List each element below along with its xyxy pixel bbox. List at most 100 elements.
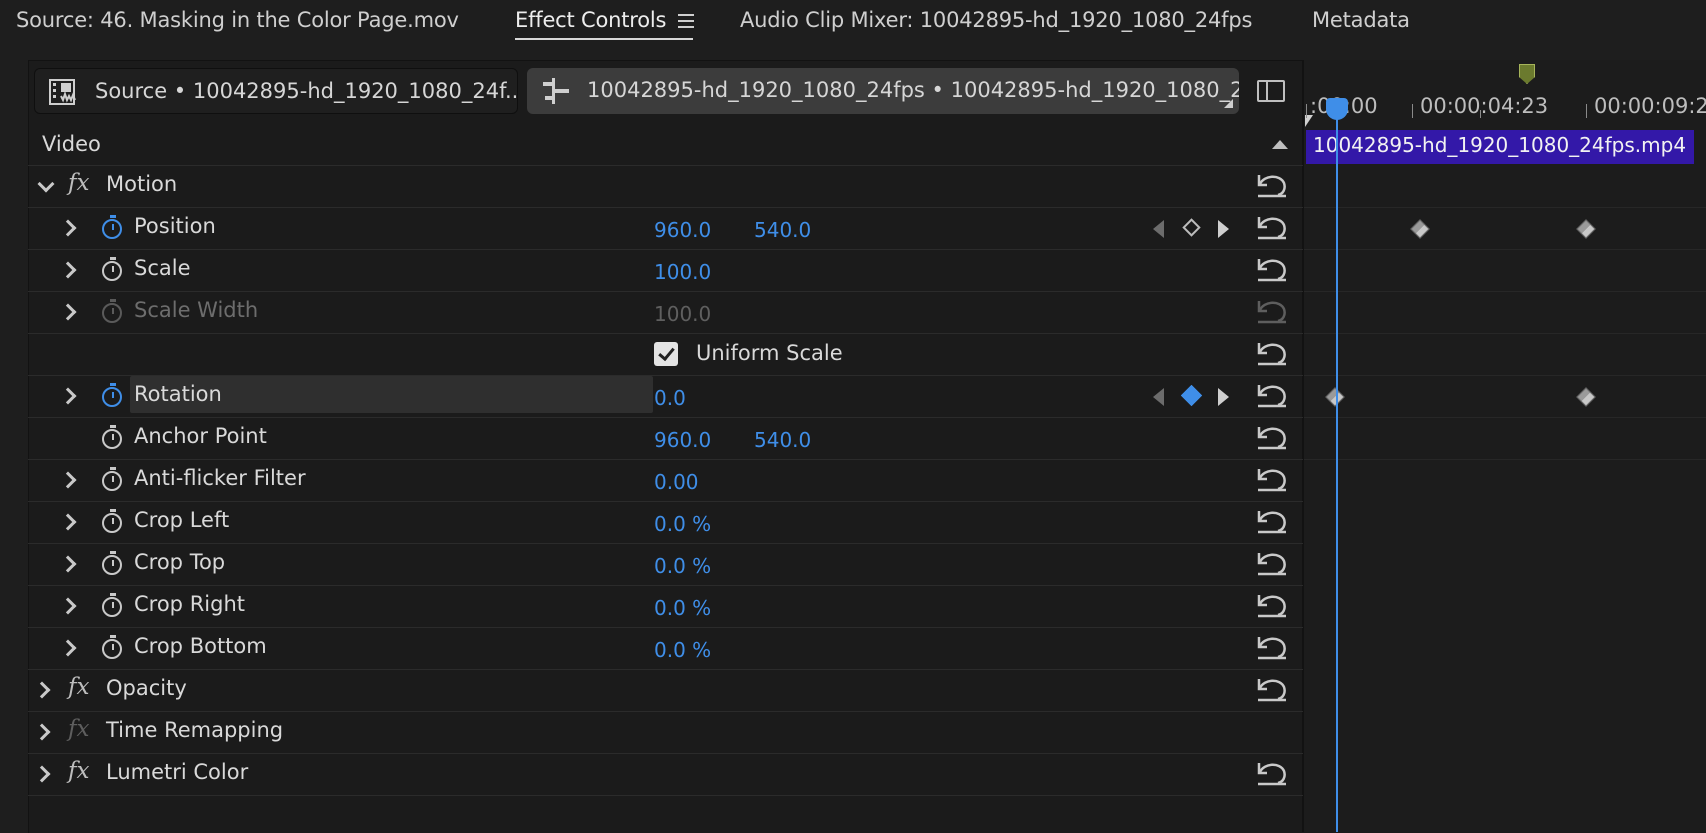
video-section-label: Video	[42, 132, 101, 156]
rotation-label: Rotation	[134, 382, 222, 406]
scale-label: Scale	[134, 256, 191, 280]
ruler-time-1: 00:00:04:23	[1420, 94, 1549, 118]
crop-left-label: Crop Left	[134, 508, 230, 532]
row-divider	[28, 669, 1303, 670]
lumetri-effect-label: Lumetri Color	[106, 760, 249, 784]
sequence-clip-label: 10042895-hd_1920_1080_24fps • 10042895-h…	[587, 78, 1239, 102]
motion-effect-label: Motion	[106, 172, 178, 196]
timeline-row-divider	[1304, 249, 1706, 250]
row-divider	[28, 795, 1303, 796]
rotation-stopwatch-icon[interactable]	[102, 383, 122, 407]
anchor-point-stopwatch-icon[interactable]	[102, 425, 122, 449]
active-tab-underline	[515, 38, 693, 40]
row-divider	[28, 627, 1303, 628]
timeline-row-divider	[1304, 333, 1706, 334]
rotation-previous-keyframe-icon[interactable]	[1153, 388, 1164, 406]
anti-flicker-value[interactable]: 0.00	[654, 470, 699, 494]
row-divider	[28, 753, 1303, 754]
ruler-tick	[1306, 104, 1307, 118]
tab-effect-controls[interactable]: Effect Controls	[515, 8, 666, 32]
position-y-value[interactable]: 540.0	[754, 218, 811, 242]
collapse-up-icon[interactable]	[1272, 140, 1288, 149]
playhead-handle[interactable]	[1326, 98, 1348, 120]
tab-metadata[interactable]: Metadata	[1312, 8, 1410, 32]
anti-flicker-stopwatch-icon[interactable]	[102, 467, 122, 491]
sequence-clip-selector[interactable]: 10042895-hd_1920_1080_24fps • 10042895-h…	[527, 68, 1239, 114]
crop-bottom-stopwatch-icon[interactable]	[102, 635, 122, 659]
position-previous-keyframe-icon[interactable]	[1153, 220, 1164, 238]
uniform-scale-label: Uniform Scale	[696, 341, 843, 365]
crop-left-stopwatch-icon[interactable]	[102, 509, 122, 533]
time-remapping-fx-icon: fx	[68, 716, 90, 742]
scale-value[interactable]: 100.0	[654, 260, 711, 284]
tab-audio-clip-mixer[interactable]: Audio Clip Mixer: 10042895-hd_1920_1080_…	[740, 8, 1252, 32]
crop-top-label: Crop Top	[134, 550, 226, 574]
anchor-point-label: Anchor Point	[134, 424, 267, 448]
tab-source[interactable]: Source: 46. Masking in the Color Page.mo…	[16, 8, 459, 32]
row-divider	[28, 711, 1303, 712]
position-reset-icon[interactable]	[1256, 214, 1288, 240]
row-divider	[28, 543, 1303, 544]
row-divider	[28, 459, 1303, 460]
anti-flicker-label: Anti-flicker Filter	[134, 466, 306, 490]
crop-right-stopwatch-icon[interactable]	[102, 593, 122, 617]
source-clip-label: Source • 10042895-hd_1920_1080_24f...	[95, 79, 518, 103]
ruler-tick	[1586, 104, 1587, 118]
crop-right-label: Crop Right	[134, 592, 245, 616]
anti-flicker-reset-icon[interactable]	[1256, 466, 1288, 492]
rotation-next-keyframe-icon[interactable]	[1218, 388, 1229, 406]
playhead-line[interactable]	[1336, 100, 1338, 832]
anchor-point-y-value[interactable]: 540.0	[754, 428, 811, 452]
panel-divider[interactable]	[1302, 60, 1304, 832]
position-x-value[interactable]: 960.0	[654, 218, 711, 242]
panel-menu-icon[interactable]	[678, 14, 694, 28]
timeline-area[interactable]	[1304, 60, 1706, 832]
scale-reset-icon[interactable]	[1256, 256, 1288, 282]
ruler-tick	[1412, 104, 1413, 118]
timeline-row-divider	[1304, 207, 1706, 208]
show-hide-timeline-icon[interactable]	[1257, 80, 1285, 102]
rotation-value[interactable]: 0.0	[654, 386, 686, 410]
crop-bottom-reset-icon[interactable]	[1256, 634, 1288, 660]
opacity-effect-label: Opacity	[106, 676, 187, 700]
lumetri-fx-icon[interactable]: fx	[68, 758, 89, 784]
ruler-tick	[1480, 110, 1481, 118]
scale-stopwatch-icon[interactable]	[102, 257, 122, 281]
scale-width-label: Scale Width	[134, 298, 259, 322]
row-divider	[28, 501, 1303, 502]
scale-width-value: 100.0	[654, 302, 712, 326]
timeline-row-divider	[1304, 291, 1706, 292]
anchor-point-x-value[interactable]: 960.0	[654, 428, 711, 452]
position-stopwatch-icon[interactable]	[102, 215, 122, 239]
row-divider	[28, 249, 1303, 250]
crop-top-stopwatch-icon[interactable]	[102, 551, 122, 575]
source-clip-selector[interactable]: Source • 10042895-hd_1920_1080_24f...	[34, 68, 518, 114]
crop-right-reset-icon[interactable]	[1256, 592, 1288, 618]
opacity-fx-icon[interactable]: fx	[68, 674, 89, 700]
anchor-point-reset-icon[interactable]	[1256, 424, 1288, 450]
uniform-scale-reset-icon[interactable]	[1256, 340, 1288, 366]
row-divider	[28, 585, 1303, 586]
crop-bottom-label: Crop Bottom	[134, 634, 267, 658]
crop-top-reset-icon[interactable]	[1256, 550, 1288, 576]
timeline-row-divider	[1304, 375, 1706, 376]
crop-left-reset-icon[interactable]	[1256, 508, 1288, 534]
crop-top-value[interactable]: 0.0 %	[654, 554, 711, 578]
motion-fx-icon[interactable]: fx	[68, 170, 89, 196]
timeline-clip-name: 10042895-hd_1920_1080_24fps.mp4	[1313, 133, 1687, 157]
row-divider	[28, 333, 1303, 334]
scale-width-stopwatch-icon	[102, 299, 122, 323]
rotation-reset-icon[interactable]	[1256, 382, 1288, 408]
scale-width-reset-icon	[1257, 301, 1286, 324]
crop-right-value[interactable]: 0.0 %	[654, 596, 711, 620]
ruler-time-2: 00:00:09:2	[1594, 94, 1706, 118]
position-label: Position	[134, 214, 216, 238]
opacity-reset-icon[interactable]	[1256, 676, 1288, 702]
uniform-scale-checkbox[interactable]	[654, 342, 678, 366]
motion-reset-icon[interactable]	[1256, 172, 1288, 198]
lumetri-reset-icon[interactable]	[1256, 760, 1288, 786]
crop-bottom-value[interactable]: 0.0 %	[654, 638, 711, 662]
position-next-keyframe-icon[interactable]	[1218, 220, 1229, 238]
row-divider	[28, 207, 1303, 208]
crop-left-value[interactable]: 0.0 %	[654, 512, 711, 536]
